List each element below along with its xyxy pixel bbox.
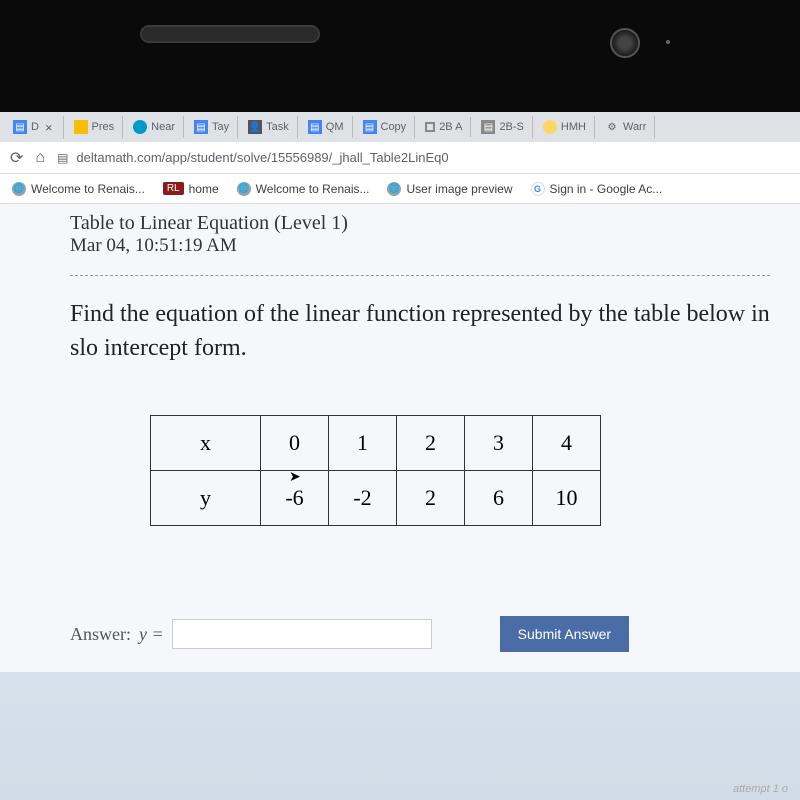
camera-led-icon [666, 40, 670, 44]
tab-label: Warr [623, 121, 646, 133]
tab-qm[interactable]: ▤ QM [300, 116, 353, 138]
tab-copy[interactable]: ▤ Copy [355, 116, 416, 138]
tab-label: QM [326, 121, 344, 133]
y-header: y [151, 471, 261, 526]
tab-label: D [31, 121, 39, 133]
list-icon: ▤ [363, 120, 377, 134]
answer-row: Answer: y = Submit Answer [70, 616, 770, 652]
tab-tay[interactable]: ▤ Tay [186, 116, 238, 138]
browser-window: ▤ D × Pres Near ▤ Tay 👤 Task ▤ QM ▤ Copy [0, 112, 800, 672]
globe-icon: 🌐 [237, 182, 251, 196]
y-value: 6 [465, 471, 533, 526]
url-field[interactable]: ▤ deltamath.com/app/student/solve/155569… [57, 150, 790, 165]
tab-d[interactable]: ▤ D × [5, 116, 64, 139]
home-icon[interactable]: ⌂ [35, 149, 45, 167]
answer-label: Answer: [70, 624, 131, 645]
bookmark-renais1[interactable]: 🌐 Welcome to Renais... [12, 182, 145, 196]
x-value: 1 [329, 416, 397, 471]
camera-icon [610, 28, 640, 58]
table-row: x 0 1 2 3 4 [151, 416, 601, 471]
bookmark-user-image[interactable]: 🌐 User image preview [387, 182, 512, 196]
lesson-title: Table to Linear Equation (Level 1) [70, 212, 770, 235]
answer-prefix: y = [139, 624, 164, 645]
list-icon: ▤ [308, 120, 322, 134]
y-value: -2 [329, 471, 397, 526]
tab-2ba[interactable]: 2B A [417, 117, 471, 137]
tab-pres[interactable]: Pres [66, 116, 124, 138]
attempt-counter: attempt 1 o [733, 783, 788, 795]
tab-label: 2B A [439, 121, 462, 133]
square-icon [425, 122, 435, 132]
nearpod-icon [133, 120, 147, 134]
gear-icon: ⚙ [605, 120, 619, 134]
tab-label: Tay [212, 121, 229, 133]
bookmark-label: Welcome to Renais... [31, 182, 145, 196]
submit-button[interactable]: Submit Answer [500, 616, 629, 652]
site-info-icon[interactable]: ▤ [57, 151, 68, 165]
list-icon: ▤ [481, 120, 495, 134]
data-table: x 0 1 2 3 4 y ➤-6 -2 2 6 10 [150, 415, 601, 526]
y-value: 2 [397, 471, 465, 526]
tab-near[interactable]: Near [125, 116, 184, 138]
bookmark-bar: 🌐 Welcome to Renais... RL home 🌐 Welcome… [0, 174, 800, 204]
bookmark-label: Welcome to Renais... [256, 182, 370, 196]
tab-warr[interactable]: ⚙ Warr [597, 116, 655, 138]
url-text: deltamath.com/app/student/solve/15556989… [76, 150, 448, 165]
tab-task[interactable]: 👤 Task [240, 116, 298, 138]
tab-label: Pres [92, 121, 115, 133]
url-bar: ⟳ ⌂ ▤ deltamath.com/app/student/solve/15… [0, 142, 800, 174]
x-header: x [151, 416, 261, 471]
y-value: 10 [533, 471, 601, 526]
x-value: 2 [397, 416, 465, 471]
laptop-bezel [0, 0, 800, 112]
table-row: y ➤-6 -2 2 6 10 [151, 471, 601, 526]
bookmark-google[interactable]: G Sign in - Google Ac... [531, 182, 663, 196]
question-text: Find the equation of the linear function… [70, 298, 770, 365]
tab-label: 2B-S [499, 121, 523, 133]
close-icon[interactable]: × [43, 120, 55, 135]
bookmark-home[interactable]: RL home [163, 182, 219, 196]
divider [70, 275, 770, 276]
timestamp: Mar 04, 10:51:19 AM [70, 235, 770, 257]
reload-icon[interactable]: ⟳ [10, 148, 23, 168]
google-icon: G [531, 182, 545, 196]
bookmark-renais2[interactable]: 🌐 Welcome to Renais... [237, 182, 370, 196]
speaker-grill [140, 25, 320, 43]
tab-strip: ▤ D × Pres Near ▤ Tay 👤 Task ▤ QM ▤ Copy [0, 112, 800, 142]
globe-icon: 🌐 [12, 182, 26, 196]
tab-2bs[interactable]: ▤ 2B-S [473, 116, 532, 138]
tab-label: Copy [381, 121, 407, 133]
page-content: Table to Linear Equation (Level 1) Mar 0… [0, 204, 800, 672]
bookmark-label: home [189, 182, 219, 196]
cursor-icon: ➤ [289, 469, 301, 486]
list-icon: ▤ [194, 120, 208, 134]
y-value: ➤-6 [261, 471, 329, 526]
favicon-icon [74, 120, 88, 134]
rl-badge-icon: RL [163, 182, 184, 195]
bookmark-label: Sign in - Google Ac... [550, 182, 663, 196]
x-value: 4 [533, 416, 601, 471]
list-icon: ▤ [13, 120, 27, 134]
globe-icon: 🌐 [387, 182, 401, 196]
tab-hmh[interactable]: HMH [535, 116, 595, 138]
x-value: 3 [465, 416, 533, 471]
answer-input[interactable] [172, 619, 432, 649]
hmh-icon [543, 120, 557, 134]
bookmark-label: User image preview [406, 182, 512, 196]
person-icon: 👤 [248, 120, 262, 134]
x-value: 0 [261, 416, 329, 471]
tab-label: HMH [561, 121, 586, 133]
tab-label: Task [266, 121, 289, 133]
tab-label: Near [151, 121, 175, 133]
